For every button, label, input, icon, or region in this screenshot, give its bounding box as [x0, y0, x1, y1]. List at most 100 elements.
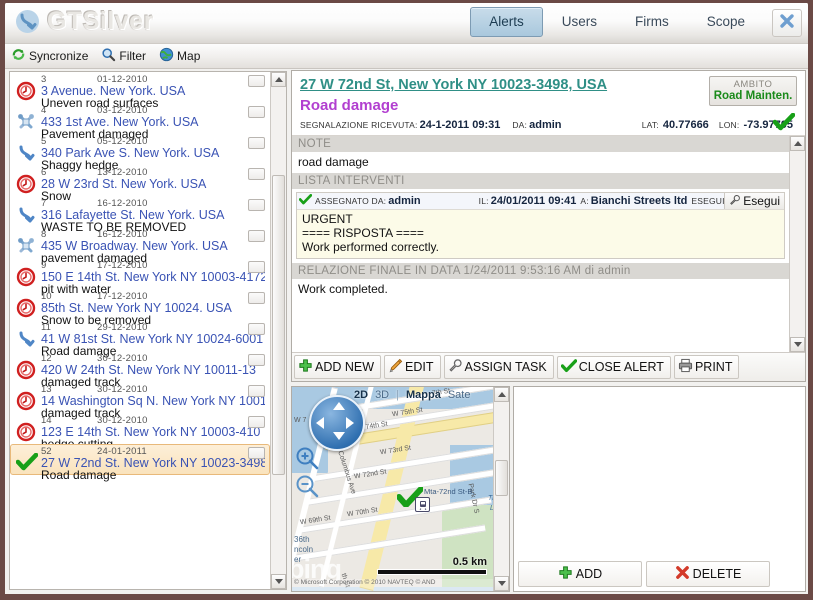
row-checkbox[interactable]: [248, 292, 265, 304]
close-icon: [779, 13, 795, 34]
row-checkbox[interactable]: [248, 323, 265, 335]
row-checkbox[interactable]: [248, 354, 265, 366]
alert-row-selected[interactable]: 52 24-01-2011 27 W 72nd St. New York NY 10…: [10, 444, 270, 482]
map-scroll-down-button[interactable]: [494, 576, 509, 591]
map-mode-satellite[interactable]: Sate: [448, 389, 471, 401]
alert-clock-icon: [16, 298, 36, 318]
map-scroll-thumb[interactable]: [495, 460, 508, 496]
plus-icon: [558, 565, 573, 583]
scroll-up-button[interactable]: [271, 72, 286, 87]
alert-row[interactable]: 4 03-12-2010 433 1st Ave. New York. USA Pa…: [10, 103, 270, 141]
map-canvas[interactable]: 3 Lines W 75th St W 74th St W 73rd St W …: [292, 387, 493, 591]
edit-label: EDIT: [405, 360, 434, 374]
filter-button[interactable]: Filter: [97, 45, 153, 68]
map-mode-mappa[interactable]: Mappa: [406, 389, 441, 401]
map-label: La: [490, 505, 493, 512]
arrow-icon: [16, 143, 36, 163]
map-scrollbar[interactable]: [493, 387, 509, 591]
map-label: Th: [488, 495, 493, 502]
add-button[interactable]: ADD: [518, 561, 642, 587]
alert-detail-panel: 27 W 72nd St, New York NY 10023-3498, US…: [291, 70, 806, 382]
swirl-logo-icon: [15, 9, 40, 34]
map-zoom-out-button[interactable]: [294, 473, 320, 504]
lat-value: 40.77666: [662, 119, 709, 131]
map-scroll-up-button[interactable]: [494, 387, 509, 402]
row-checkbox[interactable]: [248, 447, 265, 459]
chevron-down-icon: [497, 581, 506, 586]
interventions-section-header: LISTA INTERVENTI: [292, 173, 789, 189]
alert-row[interactable]: 6 13-12-2010 28 W 23rd St. New York. USA Sn…: [10, 165, 270, 203]
alert-row[interactable]: 9 17-12-2010 150 E 14th St. New York NY 10…: [10, 258, 270, 296]
row-checkbox[interactable]: [248, 416, 265, 428]
row-checkbox[interactable]: [248, 75, 265, 87]
alert-row[interactable]: 10 17-12-2010 85th St. New York NY 10024. …: [10, 289, 270, 327]
row-checkbox[interactable]: [248, 106, 265, 118]
scroll-down-button[interactable]: [271, 574, 286, 589]
detail-scroll-track[interactable]: [790, 151, 805, 337]
globe-icon: [159, 47, 174, 65]
tab-firms[interactable]: Firms: [616, 7, 688, 37]
attachments-list[interactable]: [514, 387, 805, 558]
delete-label: DELETE: [692, 567, 742, 581]
tab-scope[interactable]: Scope: [688, 7, 764, 37]
tab-alerts[interactable]: Alerts: [470, 7, 543, 37]
alert-row[interactable]: 12 30-12-2010 420 W 24th St. New York NY …: [10, 351, 270, 389]
delete-button[interactable]: DELETE: [646, 561, 770, 587]
arrow-icon: [16, 329, 36, 349]
row-checkbox[interactable]: [248, 230, 265, 242]
add-new-button[interactable]: ADD NEW: [294, 355, 382, 379]
lon-label: LON:: [718, 120, 740, 130]
status-green-check-icon: [772, 112, 796, 136]
row-checkbox[interactable]: [248, 199, 265, 211]
final-report-header: RELAZIONE FINALE IN DATA 1/24/2011 9:53:…: [292, 263, 789, 279]
ambito-badge: AMBITO Road Mainten.: [709, 76, 797, 106]
row-checkbox[interactable]: [248, 261, 265, 273]
row-checkbox[interactable]: [248, 137, 265, 149]
close-alert-button[interactable]: CLOSE ALERT: [556, 355, 671, 379]
detail-scrollbar[interactable]: [789, 136, 805, 352]
map-button[interactable]: Map: [155, 45, 207, 68]
assigned-to-value: Bianchi Streets ltd: [590, 195, 688, 207]
alerts-list[interactable]: 3 01-12-2010 3 Avenue. New York. USA Uneven…: [10, 72, 270, 589]
sync-icon: [11, 47, 26, 65]
app-header: GTSilver Alerts Users Firms Scope: [5, 3, 808, 44]
map-mode-3d[interactable]: 3D: [375, 389, 389, 401]
alert-row[interactable]: 8 16-12-2010 435 W Broadway. New York. USA…: [10, 227, 270, 265]
map-widget[interactable]: 3 Lines W 75th St W 74th St W 73rd St W …: [291, 386, 510, 592]
alert-row[interactable]: 5 05-12-2010 340 Park Ave S. New York. USA…: [10, 134, 270, 172]
detail-side: 27 W 72nd St, New York NY 10023-3498, US…: [291, 68, 806, 592]
alert-row[interactable]: 14 30-12-2010 123 E 14th St. New York NY 1…: [10, 413, 270, 451]
map-pan-control-icon[interactable]: [309, 395, 365, 451]
alert-row[interactable]: 7 16-12-2010 316 Lafayette St. New York. U…: [10, 196, 270, 234]
chevron-up-icon: [497, 392, 506, 397]
close-button[interactable]: [772, 9, 802, 37]
map-mode-2d[interactable]: 2D: [354, 389, 368, 401]
scroll-track[interactable]: [271, 87, 286, 574]
alerts-list-scrollbar[interactable]: [270, 72, 286, 589]
assign-task-button[interactable]: ASSIGN TASK: [443, 355, 554, 379]
map-scroll-track[interactable]: [494, 402, 509, 576]
from-value: admin: [529, 119, 562, 131]
tab-users[interactable]: Users: [543, 7, 616, 37]
alert-row[interactable]: 13 30-12-2010 14 Washington Sq N. New York…: [10, 382, 270, 420]
esegui-label: Esegui: [743, 194, 780, 208]
filter-label: Filter: [119, 49, 147, 63]
detail-scroll-down-button[interactable]: [790, 337, 805, 352]
alert-row[interactable]: 11 29-12-2010 41 W 81st St. New York NY 10…: [10, 320, 270, 358]
add-new-label: ADD NEW: [315, 360, 375, 374]
row-checkbox[interactable]: [248, 168, 265, 180]
scroll-thumb[interactable]: [272, 175, 285, 475]
detail-scroll-up-button[interactable]: [790, 136, 805, 151]
syncronize-button[interactable]: Syncronize: [7, 45, 95, 68]
edit-button[interactable]: EDIT: [384, 355, 441, 379]
green-check-icon: [15, 452, 39, 473]
wrench-icon: [448, 358, 463, 376]
map-zoom-in-button[interactable]: [294, 445, 320, 476]
alert-row[interactable]: 3 01-12-2010 3 Avenue. New York. USA Uneven…: [10, 72, 270, 110]
pencil-icon: [388, 358, 403, 376]
esegui-button[interactable]: Esegui: [724, 193, 784, 209]
alerts-list-panel: 3 01-12-2010 3 Avenue. New York. USA Uneven…: [9, 71, 287, 590]
row-checkbox[interactable]: [248, 385, 265, 397]
intervention-date-value: 24/01/2011 09:41: [490, 195, 577, 207]
print-button[interactable]: PRINT: [673, 355, 740, 379]
